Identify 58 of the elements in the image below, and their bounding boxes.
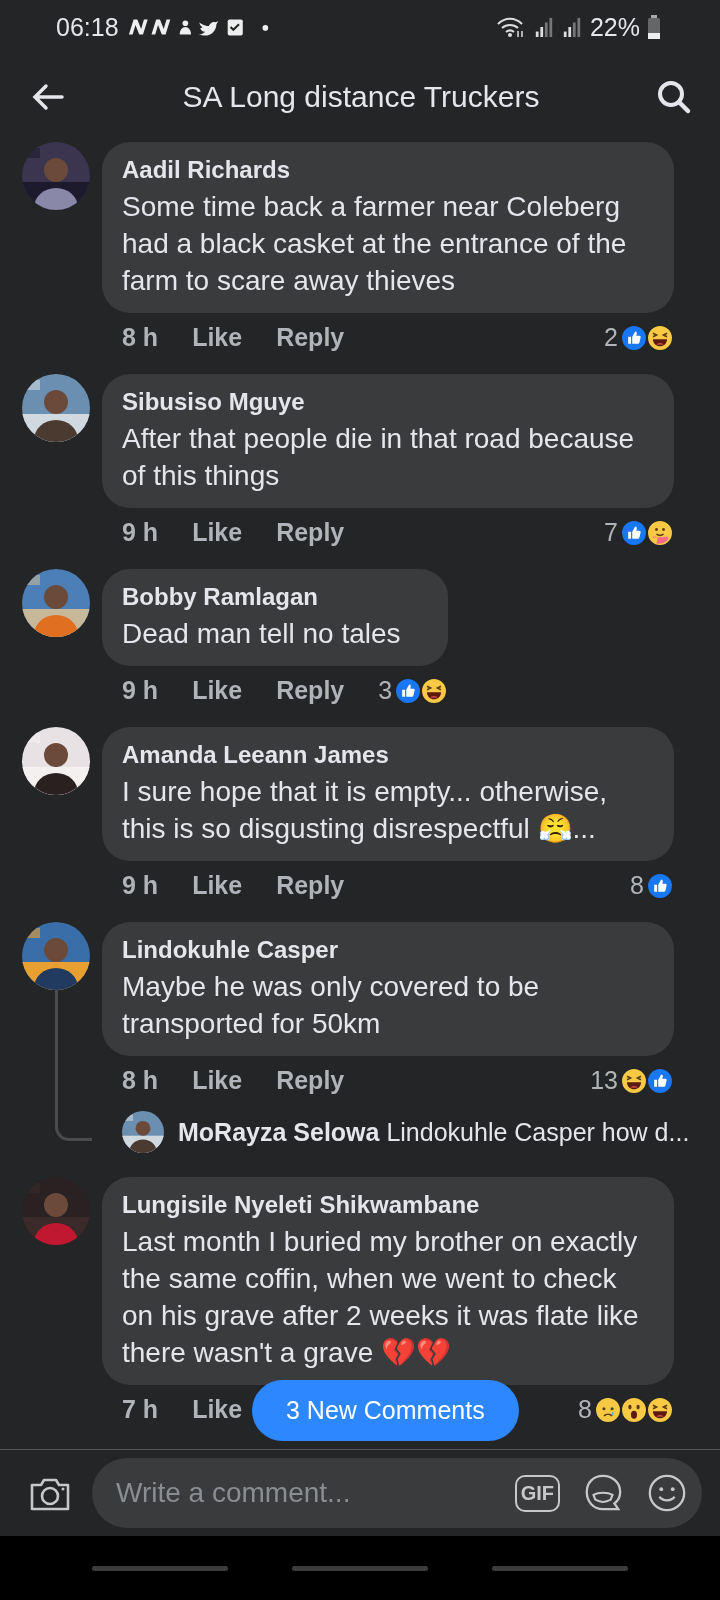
hug-emoji-icon bbox=[646, 518, 674, 547]
thumbs-up-icon bbox=[620, 518, 648, 547]
commenter-name[interactable]: Amanda Leeann James bbox=[122, 741, 652, 769]
comment-time: 9 h bbox=[122, 518, 159, 547]
reply-preview[interactable]: MoRayza Selowa Lindokuhle Casper how d... bbox=[178, 1117, 690, 1147]
page-title: SA Long distance Truckers bbox=[182, 80, 540, 114]
like-link[interactable]: Like bbox=[192, 1395, 243, 1424]
comment-time: 9 h bbox=[122, 676, 159, 705]
thumbs-up-icon bbox=[646, 1066, 674, 1095]
signal-icon bbox=[533, 16, 554, 38]
laughing-emoji-icon bbox=[646, 1395, 674, 1424]
signal-icon bbox=[561, 16, 582, 38]
like-link[interactable]: Like bbox=[192, 676, 243, 705]
reaction-count[interactable]: 2 bbox=[604, 323, 618, 352]
comment-time: 8 h bbox=[122, 1066, 159, 1095]
commenter-name[interactable]: Lungisile Nyeleti Shikwambane bbox=[122, 1191, 652, 1219]
thumbs-up-icon bbox=[394, 676, 423, 705]
comment-text: Last month I buried my brother on exactly the same coffin, when we went to check on his grave after 2 weeks it was flate like there wasn't a grave 💔💔 bbox=[122, 1225, 640, 1370]
comment-time: 9 h bbox=[122, 871, 159, 900]
comment-text: Some time back a farmer near Coleberg had a black casket at the entrance of the farm to scare away thieves bbox=[122, 190, 628, 298]
laughing-emoji-icon bbox=[420, 676, 449, 705]
commenter-name[interactable]: Aadil Richards bbox=[122, 156, 652, 184]
wifi-icon bbox=[495, 15, 526, 39]
commenter-name[interactable]: Sibusiso Mguye bbox=[122, 388, 652, 416]
reply-link[interactable]: Reply bbox=[276, 676, 345, 705]
reply-link[interactable]: Reply bbox=[276, 871, 345, 900]
reaction-count[interactable]: 7 bbox=[604, 518, 618, 547]
reaction-count[interactable]: 8 bbox=[578, 1395, 592, 1424]
comment-input[interactable]: Write a comment... GIF bbox=[92, 1458, 702, 1528]
battery-icon bbox=[648, 15, 660, 39]
reply-link[interactable]: Reply bbox=[276, 323, 345, 352]
comment-text: After that people die in that road because of this things bbox=[122, 422, 636, 493]
commenter-name[interactable]: Lindokuhle Casper bbox=[122, 936, 652, 964]
comment-time: 8 h bbox=[122, 323, 159, 352]
comment-time: 7 h bbox=[122, 1395, 159, 1424]
comment-text: Dead man tell no tales bbox=[122, 617, 402, 651]
thumbs-up-icon bbox=[620, 323, 648, 352]
emoji-icon[interactable] bbox=[646, 1472, 688, 1514]
like-link[interactable]: Like bbox=[192, 518, 243, 547]
surprised-emoji-icon bbox=[620, 1395, 648, 1424]
commenter-name[interactable]: Bobby Ramlagan bbox=[122, 583, 427, 611]
comment-text: Maybe he was only covered to be transported for 50km bbox=[122, 970, 541, 1041]
reply-link[interactable]: Reply bbox=[276, 1066, 345, 1095]
gif-button[interactable]: GIF bbox=[514, 1474, 560, 1512]
like-link[interactable]: Like bbox=[192, 323, 243, 352]
battery-percentage: 22% bbox=[589, 12, 640, 42]
like-link[interactable]: Like bbox=[192, 1066, 243, 1095]
laughing-emoji-icon bbox=[646, 323, 674, 352]
laughing-emoji-icon bbox=[620, 1066, 648, 1095]
like-link[interactable]: Like bbox=[192, 871, 243, 900]
reply-link[interactable]: Reply bbox=[276, 518, 345, 547]
reaction-count[interactable]: 13 bbox=[590, 1066, 618, 1095]
comment-text: I sure hope that it is empty... otherwise, this is so disgusting disrespectful 😤... bbox=[122, 775, 609, 846]
reaction-count[interactable]: 8 bbox=[630, 871, 644, 900]
status-time: 06:18 bbox=[56, 12, 119, 42]
sad-emoji-icon bbox=[594, 1395, 622, 1424]
thumbs-up-icon bbox=[646, 871, 674, 900]
reaction-count[interactable]: 3 bbox=[378, 676, 393, 705]
